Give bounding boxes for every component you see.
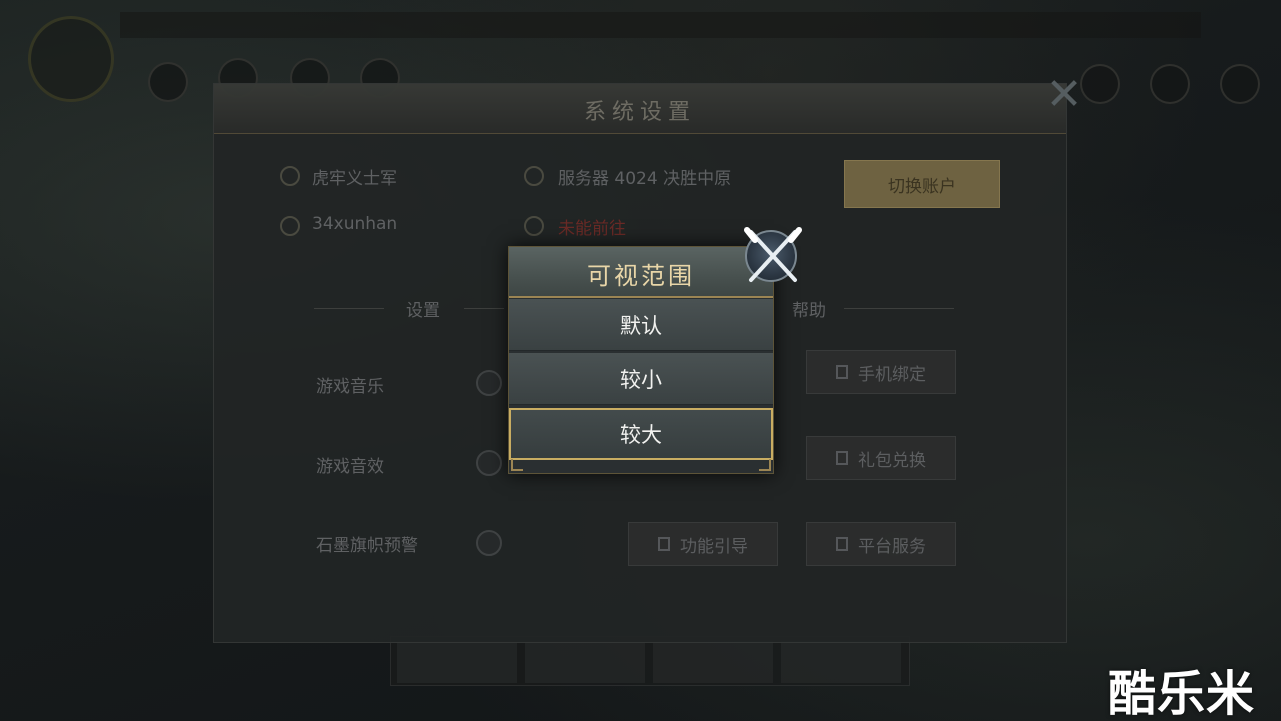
divider xyxy=(314,308,384,309)
option-sfx-label: 游戏音效 xyxy=(316,457,384,477)
popup-title: 可视范围 xyxy=(587,262,695,290)
popup-close-icon[interactable] xyxy=(744,227,802,282)
bottom-hud-bar xyxy=(390,636,910,686)
option-music-label: 游戏音乐 xyxy=(316,377,384,397)
view-range-popup: 可视范围 默认 较小 较大 xyxy=(508,246,774,474)
option-smaller[interactable]: 较小 xyxy=(509,353,773,405)
switch-account-button[interactable]: 切换账户 xyxy=(844,160,1000,208)
gift-code-button[interactable]: 礼包兑换 xyxy=(806,436,956,480)
feature-guide-button[interactable]: 功能引导 xyxy=(628,522,778,566)
music-toggle[interactable] xyxy=(476,370,502,396)
watermark-logo: 酷乐米 xyxy=(1108,666,1256,721)
account-name: 34xunhan xyxy=(312,214,398,234)
platform-service-label: 平台服务 xyxy=(858,536,926,557)
hud-button[interactable] xyxy=(148,62,188,102)
section-help-label: 帮助 xyxy=(792,301,826,321)
corner-ornament xyxy=(759,459,771,471)
option-warning-label: 石墨旗帜预警 xyxy=(316,536,418,556)
option-default[interactable]: 默认 xyxy=(509,299,773,351)
server-icon xyxy=(524,166,544,186)
gift-code-label: 礼包兑换 xyxy=(858,450,926,471)
settings-close-icon[interactable]: ✕ xyxy=(1039,70,1089,120)
divider xyxy=(464,308,504,309)
top-hud-bar xyxy=(120,12,1201,38)
service-icon xyxy=(836,537,848,551)
phone-bind-label: 手机绑定 xyxy=(858,364,926,385)
sfx-toggle[interactable] xyxy=(476,450,502,476)
hud-button[interactable] xyxy=(1220,64,1260,104)
player-avatar[interactable] xyxy=(28,16,114,102)
pencil-icon xyxy=(658,537,670,551)
feature-guide-label: 功能引导 xyxy=(680,536,748,557)
phone-icon xyxy=(836,365,848,379)
server-info: 服务器 4024 决胜中原 xyxy=(558,169,732,189)
phone-bind-button[interactable]: 手机绑定 xyxy=(806,350,956,394)
status-text: 未能前往 xyxy=(558,219,626,239)
divider xyxy=(844,308,954,309)
corner-ornament xyxy=(511,459,523,471)
player-title: 虎牢义士军 xyxy=(312,169,397,189)
section-settings-label: 设置 xyxy=(406,301,440,321)
settings-title: 系统设置 xyxy=(583,100,696,125)
option-larger[interactable]: 较大 xyxy=(509,408,773,460)
account-icon xyxy=(280,216,300,236)
popup-header: 可视范围 xyxy=(509,247,773,298)
platform-service-button[interactable]: 平台服务 xyxy=(806,522,956,566)
status-icon xyxy=(524,216,544,236)
warning-toggle[interactable] xyxy=(476,530,502,556)
title-icon xyxy=(280,166,300,186)
gift-icon xyxy=(836,451,848,465)
hud-button[interactable] xyxy=(1150,64,1190,104)
